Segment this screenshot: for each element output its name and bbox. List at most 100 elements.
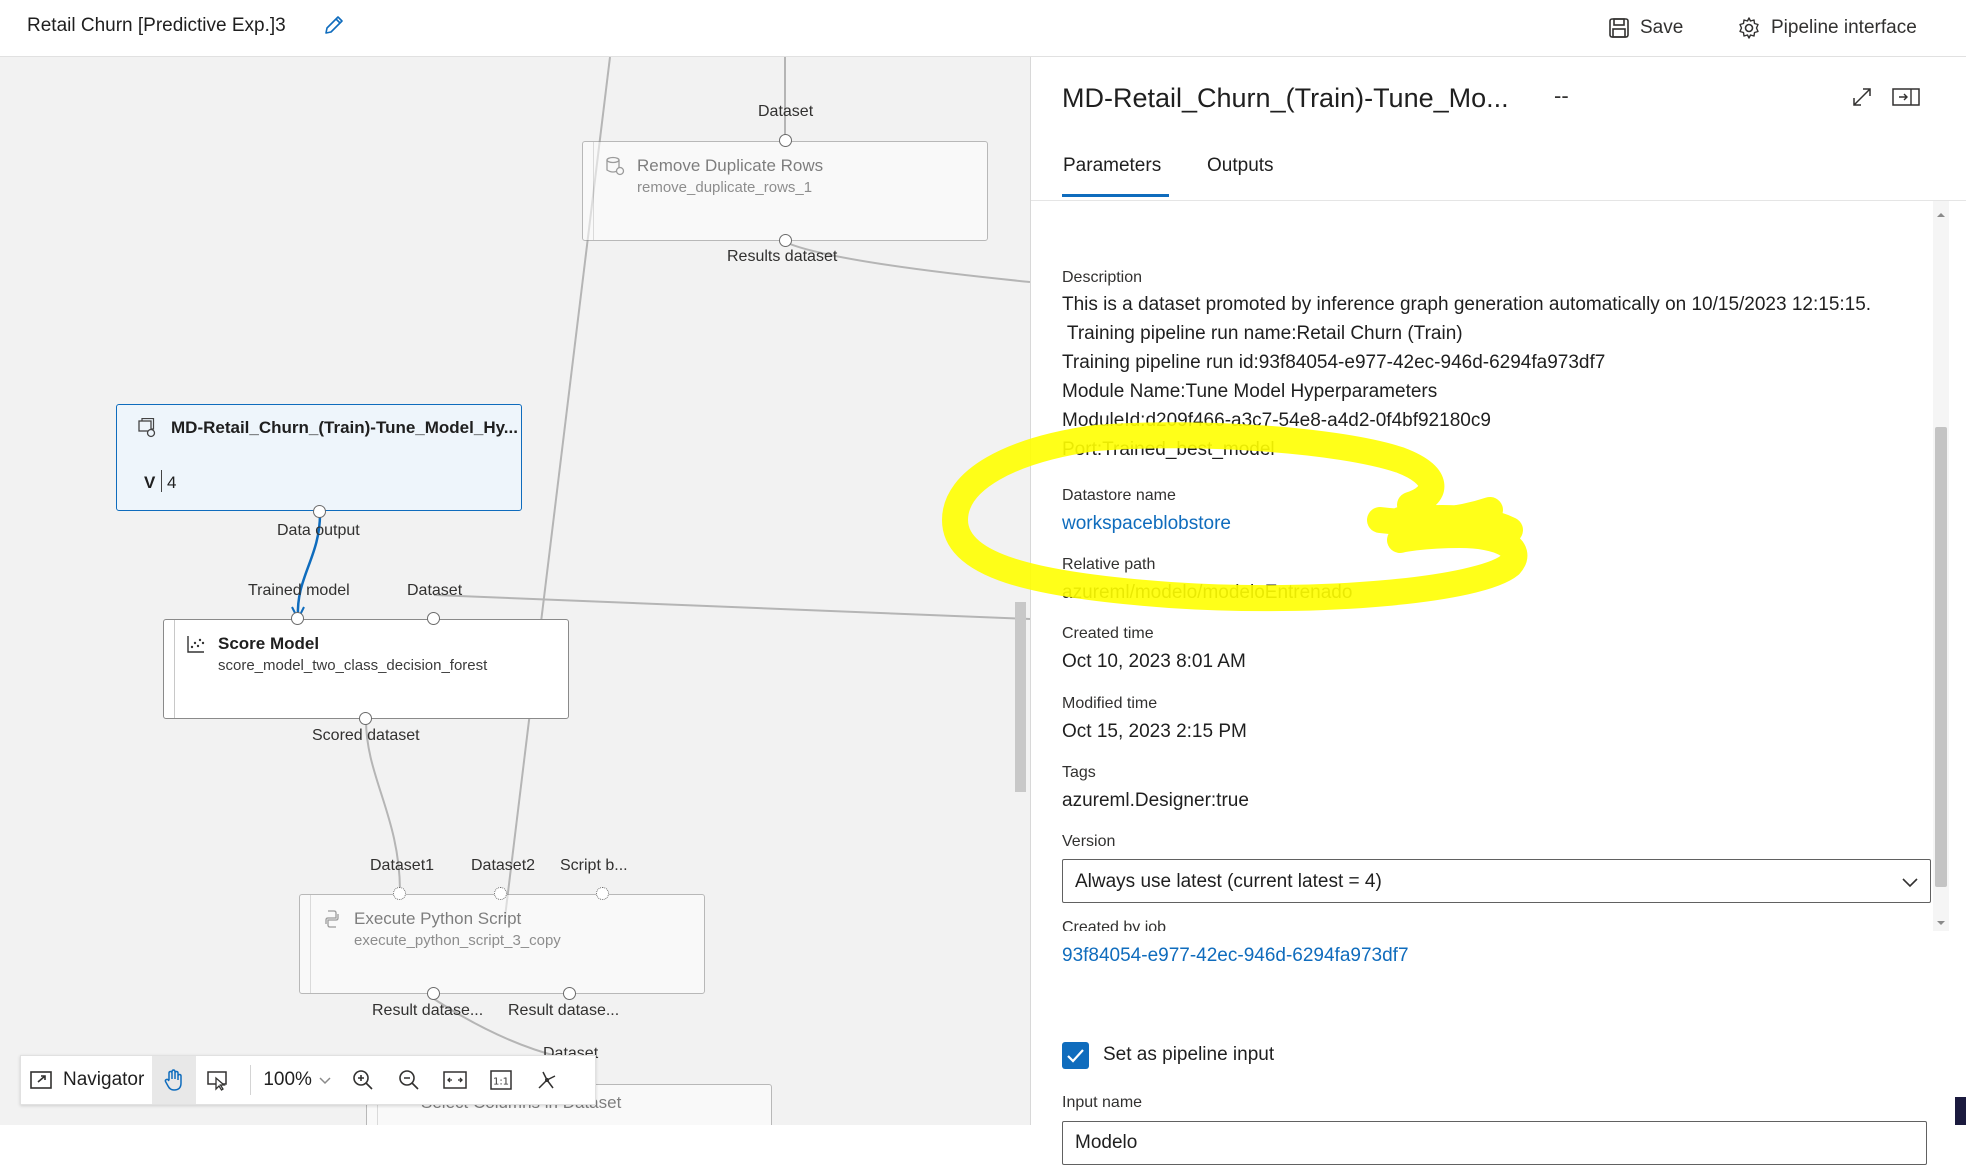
pipeline-input-checkbox[interactable] [1062, 1042, 1089, 1069]
score-model-node[interactable]: Score Model score_model_two_class_decisi… [163, 619, 569, 719]
version-prefix: V [144, 473, 156, 492]
version-dropdown-value: Always use latest (current latest = 4) [1075, 871, 1382, 892]
scroll-down-icon[interactable] [1935, 917, 1947, 929]
score-input-label-2: Dataset [407, 582, 463, 599]
panel-title-suffix: -- [1554, 83, 1569, 108]
created-by-job-link[interactable]: 93f84054-e977-42ec-946d-6294fa973df7 [1062, 945, 1409, 967]
hand-icon [164, 1069, 183, 1091]
modified-time-value: Oct 15, 2023 2:15 PM [1062, 721, 1247, 742]
description-line: Training pipeline run id:93f84054-e977-4… [1062, 352, 1606, 373]
tab-parameters[interactable]: Parameters [1063, 155, 1161, 177]
python-input-label-2: Dataset2 [471, 857, 536, 874]
module-icon [606, 156, 625, 176]
zoom-value: 100% [263, 1069, 312, 1090]
node-subtitle: score_model_two_class_decision_forest [218, 657, 488, 674]
corner-marker [1955, 1097, 1966, 1125]
output-port[interactable] [427, 987, 440, 1000]
top-bar: Retail Churn [Predictive Exp.]3 Save Pip… [0, 0, 1966, 57]
zoom-out-button[interactable] [386, 1056, 432, 1104]
relative-path-label: Relative path [1062, 556, 1156, 573]
output-port[interactable] [779, 234, 792, 247]
node-title: Score Model [218, 634, 320, 653]
select-tool-button[interactable] [196, 1056, 240, 1104]
dataset-icon [138, 418, 156, 438]
gear-icon [1739, 17, 1759, 39]
chevron-down-icon [319, 1077, 331, 1085]
version-label: Version [1062, 833, 1116, 850]
pipeline-canvas[interactable]: Dataset Remove Duplicate Rows remove_dup… [0, 57, 1030, 1125]
output-port[interactable] [359, 712, 372, 725]
properties-panel: MD-Retail_Churn_(Train)-Tune_Mo... -- Pa… [1030, 57, 1966, 1165]
fit-screen-icon [443, 1071, 467, 1089]
description-label: Description [1062, 269, 1143, 286]
map-navigator-icon [30, 1071, 52, 1089]
python-input-label-1: Dataset1 [370, 857, 435, 874]
score-input-label-1: Trained model [248, 582, 350, 599]
description-line: This is a dataset promoted by inference … [1062, 294, 1872, 315]
input-name-field[interactable] [1062, 1121, 1927, 1165]
pipeline-input-label: Set as pipeline input [1103, 1044, 1275, 1065]
input-port[interactable] [393, 887, 406, 900]
description-line: Module Name:Tune Model Hyperparameters [1062, 381, 1438, 402]
dataset-output-label: Data output [277, 522, 360, 539]
node-title: MD-Retail_Churn_(Train)-Tune_Model_Hy... [171, 418, 518, 437]
chevron-down-icon [1902, 878, 1918, 888]
dataset-node[interactable]: MD-Retail_Churn_(Train)-Tune_Model_Hy...… [116, 404, 522, 511]
navigator-label: Navigator [63, 1069, 145, 1090]
svg-text:1:1: 1:1 [493, 1077, 509, 1088]
modified-time-label: Modified time [1062, 695, 1158, 712]
save-label: Save [1640, 17, 1684, 38]
execute-python-script-node[interactable]: Execute Python Script execute_python_scr… [299, 894, 705, 994]
navigator-button[interactable]: Navigator [21, 1056, 152, 1104]
input-port[interactable] [779, 134, 792, 147]
zoom-select[interactable]: 100% [261, 1056, 340, 1104]
relative-path-value: azureml/modelo/modeloEntrenado [1062, 582, 1353, 603]
pencil-icon[interactable] [322, 13, 346, 37]
version-dropdown[interactable]: Always use latest (current latest = 4) [1062, 859, 1931, 903]
pipeline-interface-button[interactable]: Pipeline interface [1737, 12, 1917, 44]
save-button[interactable]: Save [1608, 12, 1683, 44]
output-port[interactable] [313, 505, 326, 518]
floppy-icon [1609, 18, 1629, 38]
input-port[interactable] [291, 612, 304, 625]
python-icon [325, 910, 339, 928]
pipeline-interface-label: Pipeline interface [1771, 17, 1917, 38]
checkmark-icon [1067, 1049, 1084, 1063]
zoom-in-button[interactable] [340, 1056, 386, 1104]
node-subtitle: remove_duplicate_rows_1 [637, 179, 813, 196]
actual-size-button[interactable]: 1:1 [478, 1056, 524, 1104]
canvas-scrollbar[interactable] [1015, 602, 1026, 792]
auto-layout-button[interactable] [524, 1056, 570, 1104]
python-output-label-2: Result datase... [508, 1002, 620, 1019]
input-port[interactable] [494, 887, 507, 900]
top-node-input-label: Dataset [758, 103, 814, 120]
input-port[interactable] [427, 612, 440, 625]
remove-duplicate-rows-node[interactable]: Remove Duplicate Rows remove_duplicate_r… [582, 141, 988, 241]
parameters-scroll-area: Description This is a dataset promoted b… [1031, 201, 1966, 931]
tab-outputs[interactable]: Outputs [1207, 155, 1274, 177]
auto-layout-icon [538, 1071, 556, 1089]
node-subtitle: execute_python_script_3_copy [354, 932, 561, 949]
actual-size-icon: 1:1 [490, 1070, 512, 1090]
created-by-job-label: Created by job [1062, 919, 1167, 931]
description-line: Training pipeline run name:Retail Churn … [1062, 323, 1463, 344]
python-input-label-3: Script b... [560, 857, 628, 874]
created-time-value: Oct 10, 2023 8:01 AM [1062, 651, 1246, 672]
output-port[interactable] [563, 987, 576, 1000]
panel-scrollbar-thumb[interactable] [1935, 427, 1947, 887]
fit-to-screen-button[interactable] [432, 1056, 478, 1104]
description-line: ModuleId:d209f466-a3c7-54e8-a4d2-0f4bf92… [1062, 410, 1491, 431]
expand-icon[interactable] [1849, 84, 1875, 110]
version-divider [161, 470, 162, 492]
pan-tool-button[interactable] [152, 1056, 197, 1104]
scroll-up-icon[interactable] [1935, 209, 1947, 221]
zoom-out-icon [399, 1070, 419, 1090]
scored-dataset-label: Scored dataset [312, 727, 420, 744]
input-port[interactable] [596, 887, 609, 900]
panel-collapse-icon[interactable] [1891, 84, 1921, 110]
node-title: Execute Python Script [354, 909, 522, 928]
pipeline-title: Retail Churn [Predictive Exp.]3 [27, 15, 286, 36]
navigator-toolbar: Navigator 100% 1:1 [20, 1055, 596, 1105]
datastore-link[interactable]: workspaceblobstore [1062, 513, 1231, 535]
tags-label: Tags [1062, 764, 1096, 781]
